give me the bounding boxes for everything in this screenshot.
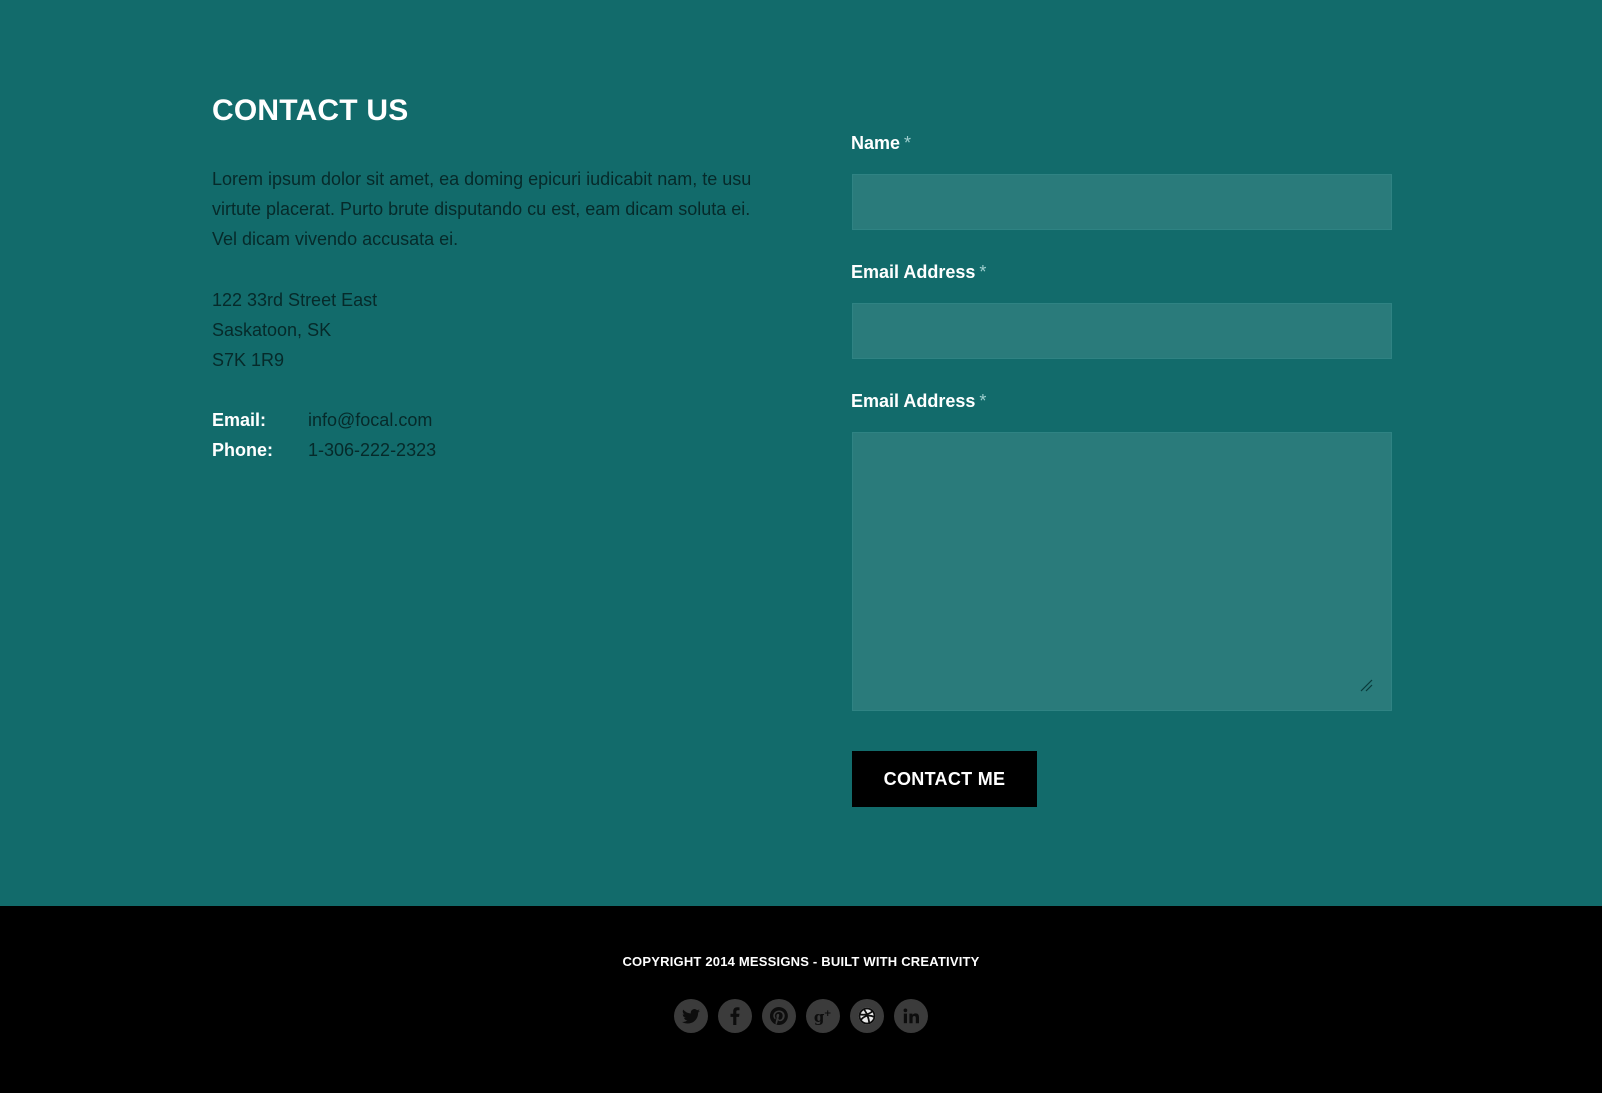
google-plus-icon[interactable]: g + [806, 999, 840, 1033]
message-label-text: Email Address [851, 391, 976, 411]
name-label: Name * [851, 133, 911, 154]
linkedin-icon[interactable] [894, 999, 928, 1033]
email-value: info@focal.com [308, 410, 433, 430]
phone-row: Phone: 1-306-222-2323 [212, 435, 436, 465]
contact-section: CONTACT US Lorem ipsum dolor sit amet, e… [0, 0, 1602, 906]
email-label-text: Email Address [851, 262, 976, 282]
copyright-text: COPYRIGHT 2014 MESSIGNS - BUILT WITH CRE… [622, 954, 980, 969]
address-block: 122 33rd Street East Saskatoon, SK S7K 1… [212, 285, 377, 375]
contact-me-button[interactable]: CONTACT ME [852, 751, 1037, 807]
name-label-text: Name [851, 133, 901, 153]
pinterest-icon[interactable] [762, 999, 796, 1033]
email-label: Email: [212, 410, 267, 430]
email-label: Email Address * [851, 262, 986, 283]
email-row: Email: info@focal.com [212, 405, 436, 435]
address-line: Saskatoon, SK [212, 320, 332, 340]
dribbble-icon[interactable] [850, 999, 884, 1033]
address-line: 122 33rd Street East [212, 290, 378, 310]
phone-label: Phone: [212, 440, 273, 460]
required-marker: * [979, 391, 987, 411]
footer: COPYRIGHT 2014 MESSIGNS - BUILT WITH CRE… [0, 906, 1602, 1093]
required-marker: * [904, 133, 912, 153]
page-title: CONTACT US [212, 94, 409, 127]
svg-text:+: + [824, 1008, 832, 1019]
phone-value: 1-306-222-2323 [308, 440, 437, 460]
twitter-icon[interactable] [674, 999, 708, 1033]
name-input[interactable] [852, 174, 1392, 230]
facebook-icon[interactable] [718, 999, 752, 1033]
address-line: S7K 1R9 [212, 350, 285, 370]
message-label: Email Address * [851, 391, 986, 412]
resize-handle-icon[interactable] [1359, 678, 1373, 692]
message-textarea[interactable] [852, 432, 1392, 711]
email-input[interactable] [852, 303, 1392, 359]
social-links: g + [0, 999, 1602, 1033]
intro-text: Lorem ipsum dolor sit amet, ea doming ep… [212, 169, 752, 249]
required-marker: * [979, 262, 987, 282]
contact-details: Email: info@focal.com Phone: 1-306-222-2… [212, 405, 436, 465]
